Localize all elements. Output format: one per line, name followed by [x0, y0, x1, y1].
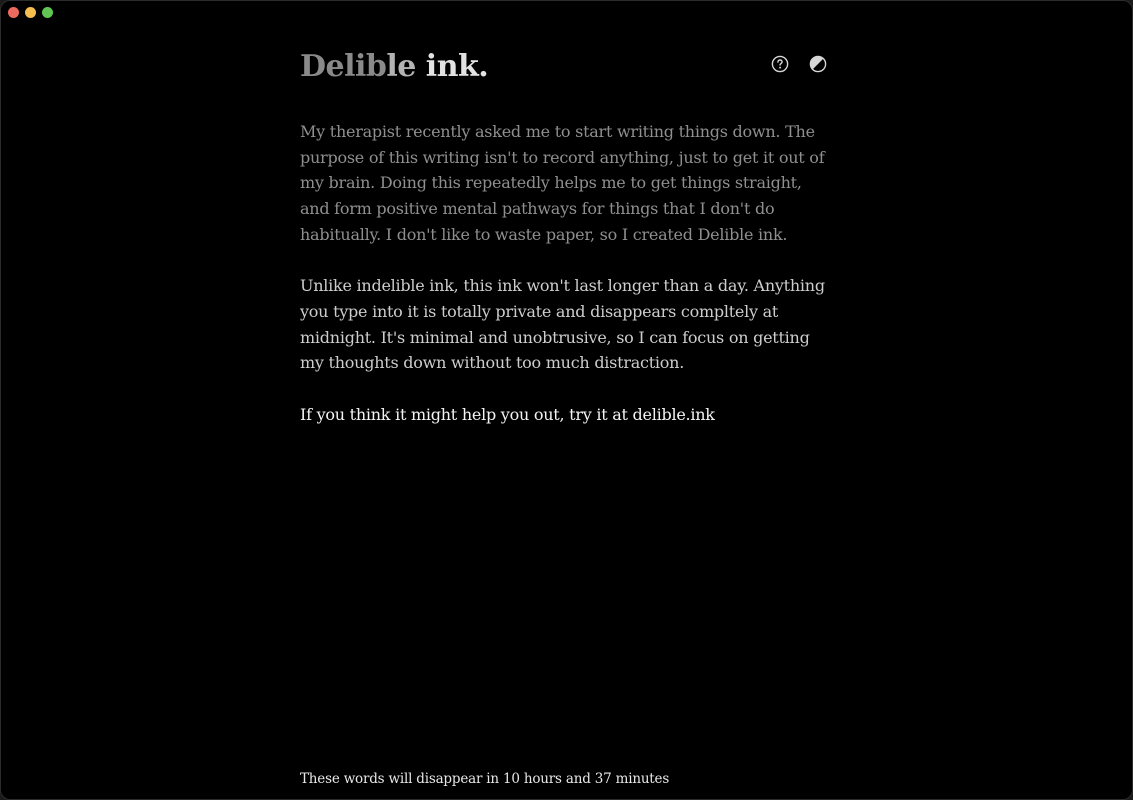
window-controls: [8, 7, 53, 18]
paragraph-faded: My therapist recently asked me to start …: [300, 122, 825, 244]
disappear-countdown: These words will disappear in 10 hours a…: [300, 771, 670, 787]
app-title: Delible ink.: [300, 45, 489, 89]
theme-toggle-button[interactable]: [809, 55, 827, 73]
close-window-button[interactable]: [8, 7, 19, 18]
help-button[interactable]: [771, 55, 789, 73]
paragraph-mid: Unlike indelible ink, this ink won't las…: [300, 276, 825, 373]
title-part-mid: le: [386, 49, 416, 84]
zoom-window-button[interactable]: [42, 7, 53, 18]
paragraph-bright: If you think it might help you out, try …: [300, 404, 715, 424]
help-circle-icon: [771, 55, 789, 73]
writing-area[interactable]: My therapist recently asked me to start …: [300, 119, 835, 453]
minimize-window-button[interactable]: [25, 7, 36, 18]
title-part-bright: ink.: [415, 49, 489, 84]
app-window: Delible ink. My therapist recently asked…: [0, 0, 1133, 800]
title-part-faded: Delib: [300, 49, 387, 84]
theme-toggle-icon: [809, 55, 827, 73]
